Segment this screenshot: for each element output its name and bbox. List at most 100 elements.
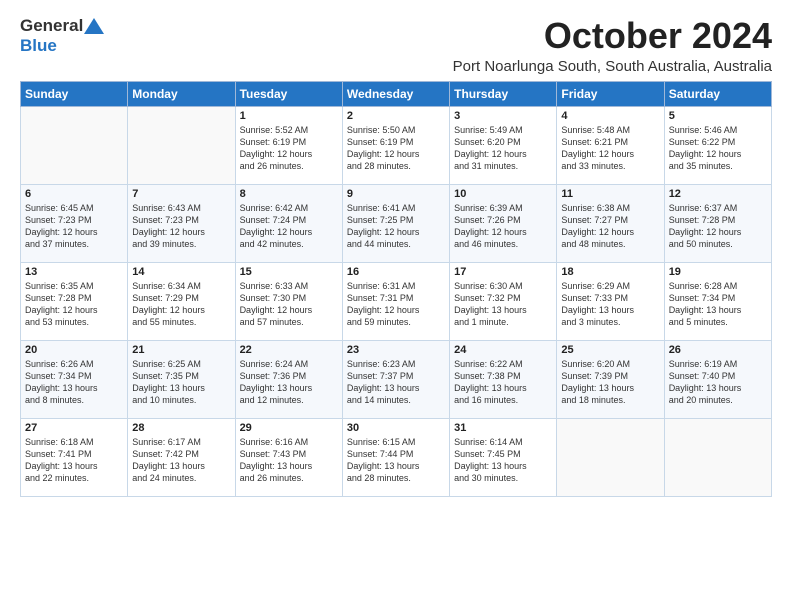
table-row: 9 Sunrise: 6:41 AM Sunset: 7:25 PM Daylig… (342, 184, 449, 262)
day-number: 15 (240, 266, 338, 278)
table-row: 13 Sunrise: 6:35 AM Sunset: 7:28 PM Dayli… (21, 262, 128, 340)
col-tuesday: Tuesday (235, 81, 342, 106)
day-number: 17 (454, 266, 552, 278)
table-row: 22 Sunrise: 6:24 AM Sunset: 7:36 PM Dayli… (235, 340, 342, 418)
day-info: Sunrise: 6:37 AM Sunset: 7:28 PM Dayligh… (669, 202, 767, 251)
day-number: 7 (132, 188, 230, 200)
day-number: 31 (454, 422, 552, 434)
col-friday: Friday (557, 81, 664, 106)
day-number: 29 (240, 422, 338, 434)
day-number: 11 (561, 188, 659, 200)
table-row: 2 Sunrise: 5:50 AM Sunset: 6:19 PM Daylig… (342, 106, 449, 184)
table-row: 28 Sunrise: 6:17 AM Sunset: 7:42 PM Dayli… (128, 418, 235, 496)
day-number: 8 (240, 188, 338, 200)
day-number: 16 (347, 266, 445, 278)
col-saturday: Saturday (664, 81, 771, 106)
table-row: 1 Sunrise: 5:52 AM Sunset: 6:19 PM Daylig… (235, 106, 342, 184)
title-block: October 2024 Port Noarlunga South, South… (453, 16, 772, 75)
page: General Blue October 2024 Port Noarlunga… (0, 0, 792, 507)
table-row: 4Sunrise: 5:48 AM Sunset: 6:21 PM Daylig… (557, 106, 664, 184)
day-number: 19 (669, 266, 767, 278)
day-info: Sunrise: 6:42 AM Sunset: 7:24 PM Dayligh… (240, 202, 338, 251)
day-number: 21 (132, 344, 230, 356)
day-info: Sunrise: 5:49 AM Sunset: 6:20 PM Dayligh… (454, 124, 552, 173)
day-number: 27 (25, 422, 123, 434)
day-info: Sunrise: 6:20 AM Sunset: 7:39 PM Dayligh… (561, 358, 659, 407)
table-row: 27 Sunrise: 6:18 AM Sunset: 7:41 PM Dayli… (21, 418, 128, 496)
table-row: 18Sunrise: 6:29 AM Sunset: 7:33 PM Dayli… (557, 262, 664, 340)
table-row: 10 Sunrise: 6:39 AM Sunset: 7:26 PM Dayli… (450, 184, 557, 262)
table-row: 30Sunrise: 6:15 AM Sunset: 7:44 PM Dayli… (342, 418, 449, 496)
day-info: Sunrise: 5:52 AM Sunset: 6:19 PM Dayligh… (240, 124, 338, 173)
table-row: 19 Sunrise: 6:28 AM Sunset: 7:34 PM Dayli… (664, 262, 771, 340)
table-row: 20 Sunrise: 6:26 AM Sunset: 7:34 PM Dayli… (21, 340, 128, 418)
day-info: Sunrise: 6:28 AM Sunset: 7:34 PM Dayligh… (669, 280, 767, 329)
col-wednesday: Wednesday (342, 81, 449, 106)
table-row: 24Sunrise: 6:22 AM Sunset: 7:38 PM Dayli… (450, 340, 557, 418)
day-info: Sunrise: 6:34 AM Sunset: 7:29 PM Dayligh… (132, 280, 230, 329)
table-row: 29 Sunrise: 6:16 AM Sunset: 7:43 PM Dayli… (235, 418, 342, 496)
day-info: Sunrise: 6:39 AM Sunset: 7:26 PM Dayligh… (454, 202, 552, 251)
day-number: 25 (561, 344, 659, 356)
day-number: 26 (669, 344, 767, 356)
day-number: 3 (454, 110, 552, 122)
day-number: 13 (25, 266, 123, 278)
day-number: 22 (240, 344, 338, 356)
day-info: Sunrise: 6:35 AM Sunset: 7:28 PM Dayligh… (25, 280, 123, 329)
day-info: Sunrise: 5:46 AM Sunset: 6:22 PM Dayligh… (669, 124, 767, 173)
table-row: 17 Sunrise: 6:30 AM Sunset: 7:32 PM Dayli… (450, 262, 557, 340)
table-row: 25 Sunrise: 6:20 AM Sunset: 7:39 PM Dayli… (557, 340, 664, 418)
header: General Blue October 2024 Port Noarlunga… (20, 16, 772, 75)
day-number: 1 (240, 110, 338, 122)
day-number: 30 (347, 422, 445, 434)
table-row: 14 Sunrise: 6:34 AM Sunset: 7:29 PM Dayli… (128, 262, 235, 340)
table-row: 11 Sunrise: 6:38 AM Sunset: 7:27 PM Dayli… (557, 184, 664, 262)
day-number: 24 (454, 344, 552, 356)
logo-blue: Blue (20, 36, 57, 55)
day-number: 20 (25, 344, 123, 356)
table-row: 23 Sunrise: 6:23 AM Sunset: 7:37 PM Dayli… (342, 340, 449, 418)
day-info: Sunrise: 6:24 AM Sunset: 7:36 PM Dayligh… (240, 358, 338, 407)
day-number: 14 (132, 266, 230, 278)
logo-general: General (20, 16, 83, 36)
table-row: 21 Sunrise: 6:25 AM Sunset: 7:35 PM Dayli… (128, 340, 235, 418)
calendar-table: Sunday Monday Tuesday Wednesday Thursday… (20, 81, 772, 497)
table-row: 8 Sunrise: 6:42 AM Sunset: 7:24 PM Daylig… (235, 184, 342, 262)
col-thursday: Thursday (450, 81, 557, 106)
logo: General Blue (20, 16, 105, 56)
day-info: Sunrise: 6:16 AM Sunset: 7:43 PM Dayligh… (240, 436, 338, 485)
table-row (664, 418, 771, 496)
day-number: 9 (347, 188, 445, 200)
table-row: 15 Sunrise: 6:33 AM Sunset: 7:30 PM Dayli… (235, 262, 342, 340)
day-info: Sunrise: 6:17 AM Sunset: 7:42 PM Dayligh… (132, 436, 230, 485)
day-info: Sunrise: 6:23 AM Sunset: 7:37 PM Dayligh… (347, 358, 445, 407)
day-info: Sunrise: 6:25 AM Sunset: 7:35 PM Dayligh… (132, 358, 230, 407)
table-row: 6 Sunrise: 6:45 AM Sunset: 7:23 PM Daylig… (21, 184, 128, 262)
col-sunday: Sunday (21, 81, 128, 106)
day-info: Sunrise: 6:31 AM Sunset: 7:31 PM Dayligh… (347, 280, 445, 329)
table-row (128, 106, 235, 184)
table-row: 31Sunrise: 6:14 AM Sunset: 7:45 PM Dayli… (450, 418, 557, 496)
day-number: 10 (454, 188, 552, 200)
day-info: Sunrise: 5:50 AM Sunset: 6:19 PM Dayligh… (347, 124, 445, 173)
day-info: Sunrise: 6:19 AM Sunset: 7:40 PM Dayligh… (669, 358, 767, 407)
day-info: Sunrise: 6:45 AM Sunset: 7:23 PM Dayligh… (25, 202, 123, 251)
day-number: 28 (132, 422, 230, 434)
table-row: 5Sunrise: 5:46 AM Sunset: 6:22 PM Daylig… (664, 106, 771, 184)
day-number: 23 (347, 344, 445, 356)
day-info: Sunrise: 6:30 AM Sunset: 7:32 PM Dayligh… (454, 280, 552, 329)
day-info: Sunrise: 6:41 AM Sunset: 7:25 PM Dayligh… (347, 202, 445, 251)
day-number: 2 (347, 110, 445, 122)
day-info: Sunrise: 6:38 AM Sunset: 7:27 PM Dayligh… (561, 202, 659, 251)
table-row: 3 Sunrise: 5:49 AM Sunset: 6:20 PM Daylig… (450, 106, 557, 184)
day-info: Sunrise: 6:33 AM Sunset: 7:30 PM Dayligh… (240, 280, 338, 329)
table-row: 12Sunrise: 6:37 AM Sunset: 7:28 PM Dayli… (664, 184, 771, 262)
table-row: 26 Sunrise: 6:19 AM Sunset: 7:40 PM Dayli… (664, 340, 771, 418)
day-number: 6 (25, 188, 123, 200)
day-info: Sunrise: 6:26 AM Sunset: 7:34 PM Dayligh… (25, 358, 123, 407)
table-row (557, 418, 664, 496)
day-info: Sunrise: 6:18 AM Sunset: 7:41 PM Dayligh… (25, 436, 123, 485)
location-title: Port Noarlunga South, South Australia, A… (453, 58, 772, 75)
table-row: 16 Sunrise: 6:31 AM Sunset: 7:31 PM Dayli… (342, 262, 449, 340)
day-number: 18 (561, 266, 659, 278)
